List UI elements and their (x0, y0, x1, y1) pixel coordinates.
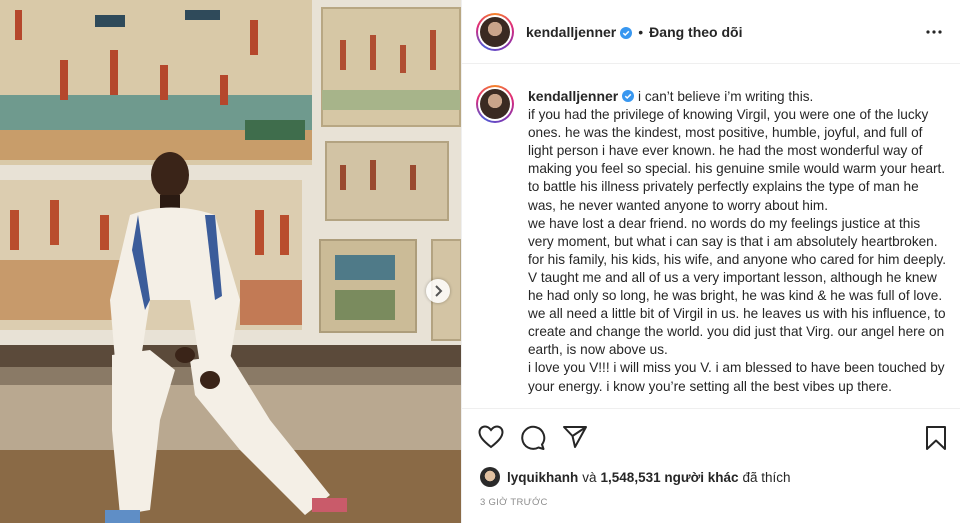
caption-avatar[interactable] (476, 85, 514, 123)
caption-paragraph: i can’t believe i’m writing this. (638, 89, 814, 104)
more-options-icon[interactable] (925, 22, 943, 47)
caption-paragraph: V taught me and all of us a very importa… (528, 269, 946, 358)
comment-icon[interactable] (520, 425, 546, 456)
verified-badge-icon (622, 89, 635, 102)
post-detail-panel: kendalljenner • Đang theo dõi kendalljen… (461, 0, 960, 523)
likes-count[interactable]: 1,548,531 người khác (601, 470, 739, 485)
caption-paragraph: i love you V!!! i will miss you V. i am … (528, 360, 945, 394)
avatar[interactable] (476, 12, 514, 51)
caption-line: kendalljenner i can’t believe i’m writin… (528, 87, 947, 106)
likes-summary: lyquikhanh và 1,548,531 người khác đã th… (480, 467, 791, 487)
liker-username[interactable]: lyquikhanh (507, 470, 578, 485)
next-slide-button[interactable] (426, 279, 450, 303)
bookmark-icon[interactable] (925, 425, 947, 456)
caption-text: kendalljenner i can’t believe i’m writin… (528, 85, 947, 408)
following-button[interactable]: Đang theo dõi (649, 24, 742, 40)
chevron-right-icon (433, 285, 443, 297)
post-timestamp[interactable]: 3 GIỜ TRƯỚC (480, 497, 548, 508)
likes-connector: và (582, 469, 597, 485)
post-actions: lyquikhanh và 1,548,531 người khác đã th… (462, 408, 960, 522)
post-header: kendalljenner • Đang theo dõi (462, 0, 960, 64)
share-icon[interactable] (562, 425, 588, 456)
post-photo (0, 0, 461, 523)
likes-suffix: đã thích (742, 469, 791, 485)
caption-username[interactable]: kendalljenner (528, 88, 618, 104)
separator-dot: • (638, 23, 644, 40)
verified-badge-icon (620, 26, 633, 39)
post-image[interactable] (0, 0, 461, 523)
liker-avatar[interactable] (480, 467, 500, 487)
caption-paragraph: we have lost a dear friend. no words do … (528, 215, 947, 267)
caption-paragraph: if you had the privilege of knowing Virg… (528, 107, 946, 213)
heart-icon[interactable] (478, 425, 504, 456)
caption-section: kendalljenner i can’t believe i’m writin… (462, 65, 960, 408)
header-username[interactable]: kendalljenner (526, 24, 616, 40)
